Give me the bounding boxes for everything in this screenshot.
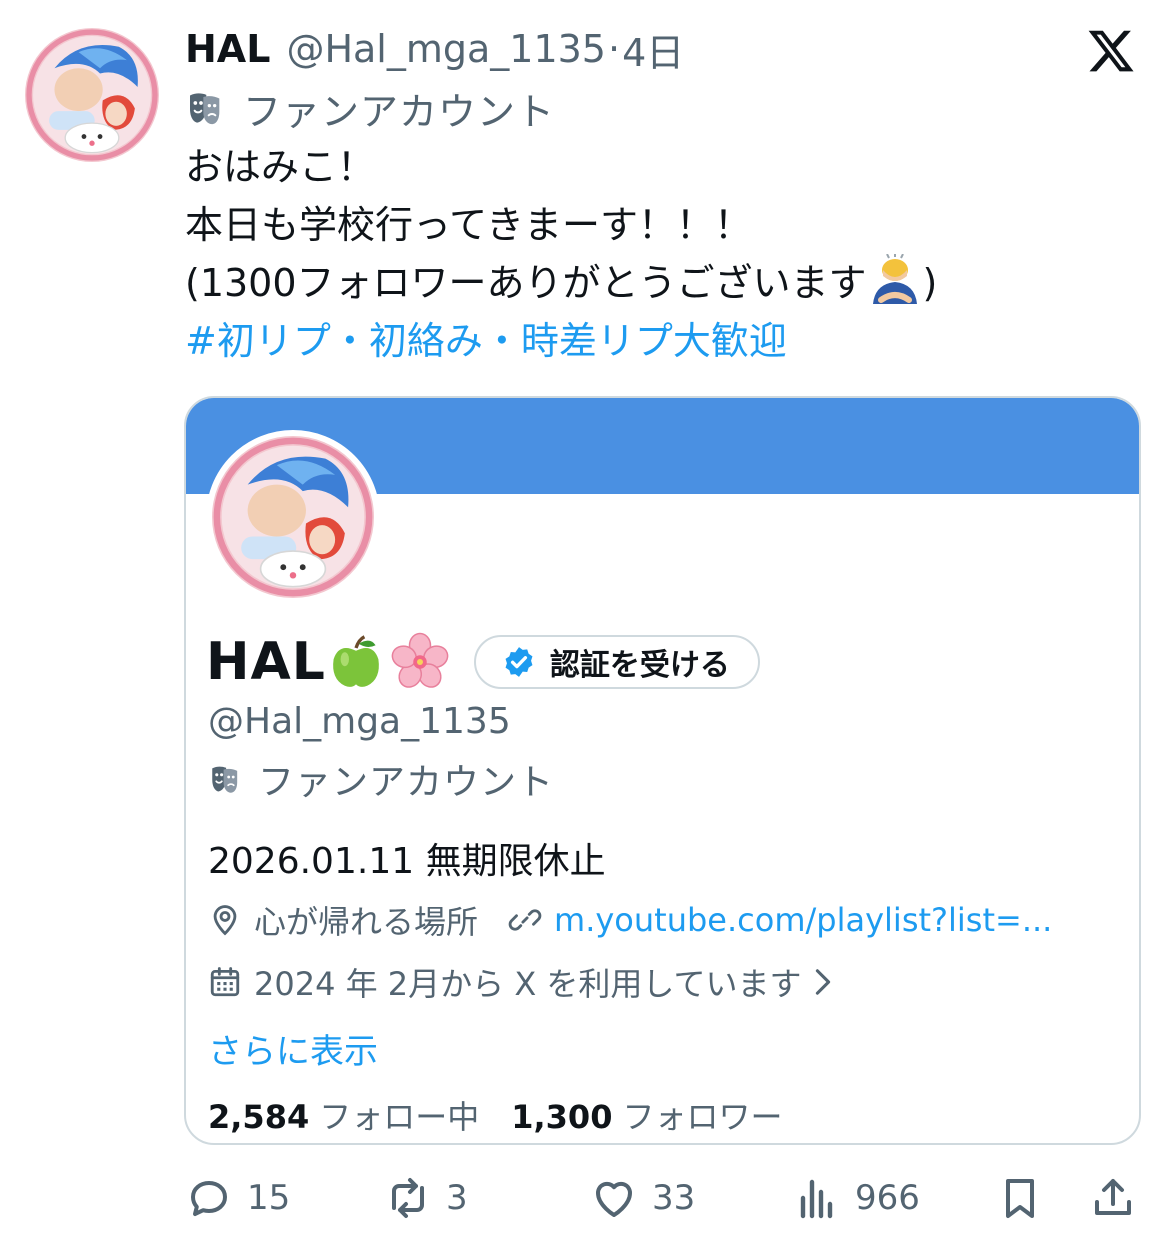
reply-count: 15 <box>247 1178 291 1218</box>
location-pin-icon <box>213 905 237 936</box>
body-line-text: ) <box>922 261 938 305</box>
verified-badge-icon <box>505 647 533 677</box>
get-verified-button[interactable]: 認証を受ける <box>473 635 760 689</box>
author-avatar[interactable] <box>25 28 159 162</box>
profile-website-link[interactable]: m.youtube.com/playlist?list=... <box>554 901 1052 939</box>
profile-bio: 2026.01.11 無期限休止 <box>208 841 606 882</box>
body-line: 本日も学校行ってきまーす！！！ <box>185 203 752 247</box>
repost-button[interactable]: 3 <box>384 1170 468 1226</box>
cherry-blossom-emoji <box>391 632 449 688</box>
post-body: おはみこ！ 本日も学校行ってきまーす！！！ (1300フォロワーありがとうござい… <box>185 138 937 370</box>
followers-count[interactable]: 1,300 <box>511 1098 612 1136</box>
x-logo-icon[interactable] <box>1086 26 1136 76</box>
profile-location: 心が帰れる場所 <box>254 903 479 941</box>
following-count[interactable]: 2,584 <box>208 1098 309 1136</box>
share-button[interactable] <box>1089 1170 1137 1226</box>
views-count: 966 <box>855 1178 920 1218</box>
separator-dot: · <box>608 27 621 71</box>
views-button[interactable]: 966 <box>793 1170 920 1226</box>
bowing-person-emoji <box>872 254 917 304</box>
views-icon <box>800 1179 833 1219</box>
profile-handle: @Hal_mga_1135 <box>208 701 511 742</box>
profile-account-label-text: ファンアカウント <box>258 762 555 803</box>
profile-avatar[interactable] <box>206 430 380 604</box>
calendar-icon <box>210 967 240 997</box>
share-icon <box>1095 1179 1131 1215</box>
repost-count: 3 <box>446 1178 468 1218</box>
author-handle[interactable]: @Hal_mga_1135 <box>286 27 606 71</box>
chevron-right-icon[interactable] <box>809 965 837 999</box>
like-icon <box>595 1181 633 1217</box>
post[interactable]: HAL @Hal_mga_1135 · 4日 ファンアカウント おはみこ！ 本日… <box>0 0 1169 1233</box>
author-name[interactable]: HAL <box>185 27 270 71</box>
profile-name: HAL <box>206 632 326 692</box>
hashtag-link[interactable]: #初リプ・初絡み・時差リプ大歓迎 <box>185 312 937 370</box>
body-line-text: (1300フォロワーありがとうございます <box>185 261 867 305</box>
bookmark-button[interactable] <box>996 1170 1044 1226</box>
link-icon <box>508 909 542 931</box>
profile-card[interactable]: HAL 認証を受ける @Hal_mga_1135 ファンアカウント 2026.0… <box>184 396 1141 1145</box>
followers-label[interactable]: フォロワー <box>622 1092 782 1138</box>
like-button[interactable]: 33 <box>590 1170 695 1226</box>
account-label-text: ファンアカウント <box>243 89 556 134</box>
theater-mask-icon <box>190 93 220 125</box>
profile-meta-row: 心が帰れる場所 m.youtube.com/playlist?list=... <box>208 896 1052 944</box>
post-age[interactable]: 4日 <box>622 22 684 77</box>
profile-joined-date[interactable]: 2024 年 2月から X を利用しています <box>254 959 801 1005</box>
green-apple-emoji <box>333 635 379 687</box>
repost-icon <box>392 1178 424 1218</box>
post-header: HAL @Hal_mga_1135 · 4日 <box>185 22 684 77</box>
get-verified-label: 認証を受ける <box>549 648 730 683</box>
profile-meta-row: 2024 年 2月から X を利用しています <box>208 958 837 1006</box>
theater-mask-icon <box>212 766 238 793</box>
profile-name-row: HAL 認証を受ける <box>206 630 760 694</box>
body-line: おはみこ！ <box>185 145 376 189</box>
body-line: (1300フォロワーありがとうございます ) <box>185 254 937 312</box>
reply-button[interactable]: 15 <box>185 1170 290 1226</box>
profile-follow-stats: 2,584 フォロー中 1,300 フォロワー <box>208 1092 782 1138</box>
profile-account-label: ファンアカウント <box>208 754 554 804</box>
following-label[interactable]: フォロー中 <box>319 1092 479 1138</box>
show-more-link[interactable]: さらに表示 <box>208 1024 378 1073</box>
bookmark-icon <box>1006 1179 1034 1218</box>
account-label: ファンアカウント <box>185 84 555 134</box>
like-count: 33 <box>652 1178 696 1218</box>
reply-icon <box>191 1181 227 1216</box>
